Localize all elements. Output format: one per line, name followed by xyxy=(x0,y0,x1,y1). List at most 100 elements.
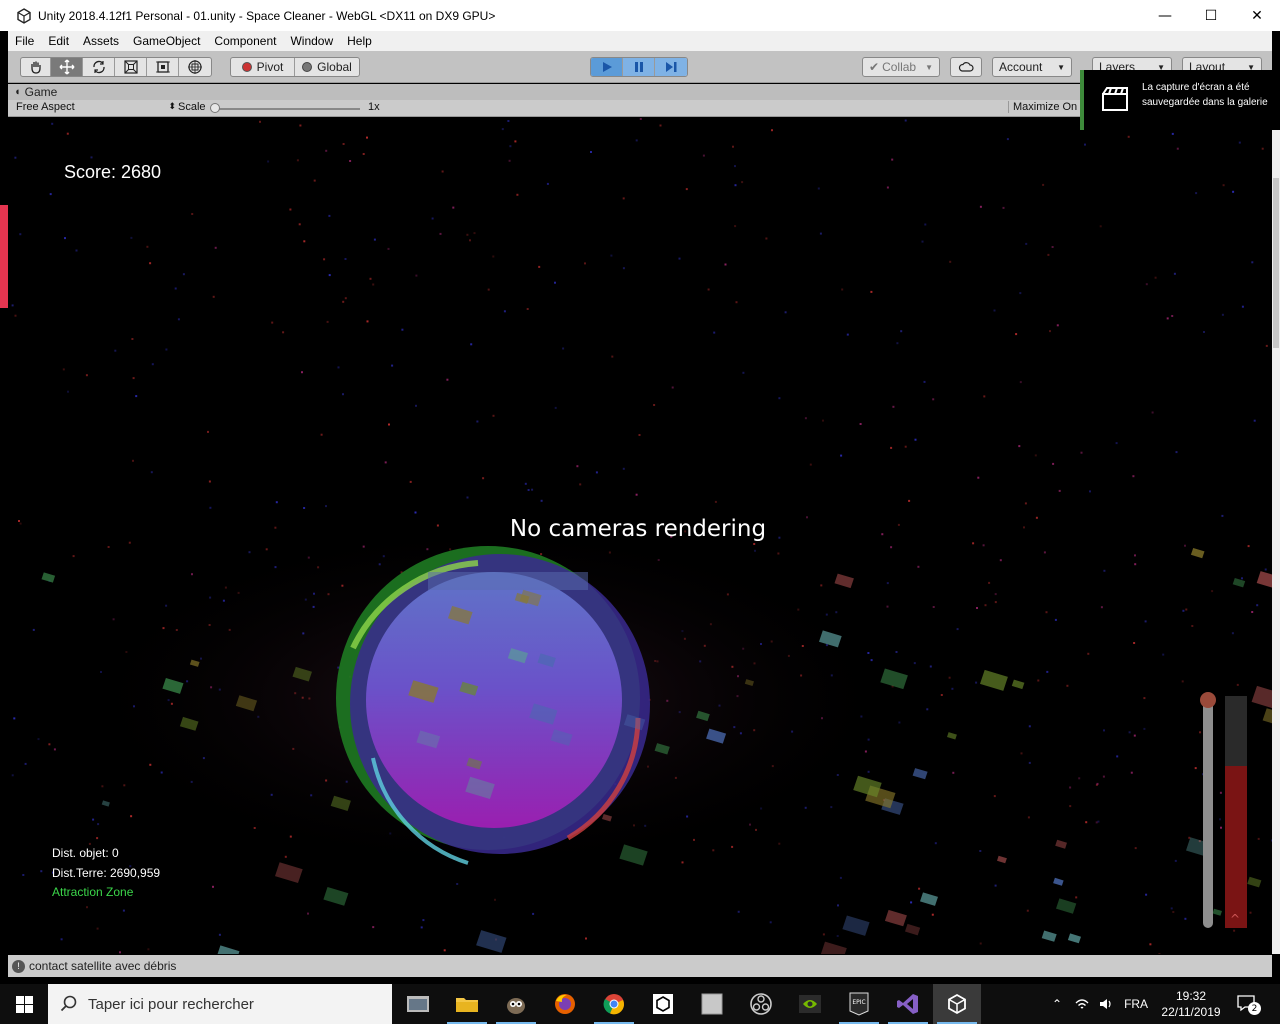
menu-component[interactable]: Component xyxy=(214,34,276,48)
account-dropdown[interactable]: Account ▼ xyxy=(992,57,1072,77)
menu-window[interactable]: Window xyxy=(290,34,333,48)
scale-icon xyxy=(123,60,138,74)
globe-icon xyxy=(302,62,313,72)
menu-gameobject[interactable]: GameObject xyxy=(133,34,200,48)
move-icon xyxy=(59,59,74,75)
hand-icon xyxy=(30,61,41,74)
chevron-updown-icon: ⬍ xyxy=(168,101,176,111)
move-tool-button[interactable] xyxy=(51,58,83,76)
window-title: Unity 2018.4.12f1 Personal - 01.unity - … xyxy=(38,8,496,23)
rotate-tool-button[interactable] xyxy=(83,58,115,76)
dist-objet-text: Dist. objet: 0 xyxy=(52,846,119,860)
pivot-label: Pivot xyxy=(256,60,284,74)
pivot-group: Pivot Global xyxy=(230,57,360,77)
language-indicator[interactable]: FRA xyxy=(1124,997,1148,1011)
taskbar-app-obs[interactable] xyxy=(737,984,785,1024)
toast-text: La capture d'écran a été sauvegardée dan… xyxy=(1142,82,1268,108)
pause-icon xyxy=(634,62,643,72)
throttle-slider-track[interactable] xyxy=(1203,698,1213,928)
firefox-icon xyxy=(555,994,575,1014)
minimize-button[interactable]: — xyxy=(1142,0,1188,31)
rect-tool-button[interactable] xyxy=(147,58,179,76)
chevron-down-icon: ▼ xyxy=(925,62,933,72)
title-bar: Unity 2018.4.12f1 Personal - 01.unity - … xyxy=(0,0,1280,31)
system-tray: ⌃ FRA xyxy=(1052,984,1148,1024)
scale-tool-button[interactable] xyxy=(115,58,147,76)
collab-dropdown[interactable]: ✔ Collab ▼ xyxy=(862,57,940,77)
visual-studio-icon xyxy=(897,994,918,1014)
search-icon xyxy=(60,995,77,1012)
menu-file[interactable]: File xyxy=(15,34,34,48)
taskbar-app-unity-editor[interactable] xyxy=(933,984,981,1024)
wifi-icon[interactable] xyxy=(1074,997,1090,1011)
volume-icon[interactable] xyxy=(1098,997,1114,1011)
taskbar-app-explorer-window[interactable] xyxy=(394,984,442,1024)
playmode-controls xyxy=(590,57,688,77)
menu-edit[interactable]: Edit xyxy=(48,34,69,48)
scrollbar-thumb[interactable] xyxy=(1273,178,1279,348)
nvidia-icon xyxy=(799,995,821,1013)
info-icon: ! xyxy=(12,959,25,973)
play-button[interactable] xyxy=(591,58,623,76)
maximize-on-play-toggle[interactable]: Maximize On xyxy=(1008,101,1077,113)
scale-value: 1x xyxy=(368,101,380,113)
chevron-up-icon[interactable]: ⌃ xyxy=(1052,997,1062,1011)
menu-bar: File Edit Assets GameObject Component Wi… xyxy=(8,31,1272,51)
game-viewport[interactable]: Score: 2680 No cameras rendering Dist. o… xyxy=(8,118,1272,954)
dist-terre-text: Dist.Terre: 2690,959 xyxy=(52,866,161,880)
throttle-slider-knob[interactable] xyxy=(1200,692,1216,708)
hand-tool-button[interactable] xyxy=(21,58,51,76)
chrome-icon xyxy=(603,994,624,1015)
close-button[interactable]: ✕ xyxy=(1234,0,1280,31)
global-button[interactable]: Global xyxy=(295,58,359,76)
unity-hub-icon xyxy=(653,994,673,1014)
cloud-button[interactable] xyxy=(950,57,982,77)
menu-assets[interactable]: Assets xyxy=(83,34,119,48)
start-button[interactable] xyxy=(0,984,48,1024)
transform-tool-button[interactable] xyxy=(179,58,211,76)
aspect-dropdown[interactable]: Free Aspect ⬍ xyxy=(16,101,176,113)
step-button[interactable] xyxy=(655,58,687,76)
taskbar-app-file-explorer[interactable] xyxy=(443,984,491,1024)
taskbar-app-visual-studio[interactable] xyxy=(884,984,932,1024)
taskbar-app-unity-hub[interactable] xyxy=(639,984,687,1024)
status-bar[interactable]: ! contact satellite avec débris xyxy=(8,955,1272,977)
step-icon xyxy=(666,62,677,72)
unity-icon xyxy=(948,993,966,1015)
unity-logo-icon xyxy=(17,7,31,24)
tab-game-label: Game xyxy=(24,85,58,99)
folder-icon xyxy=(456,998,478,1012)
taskbar-app-gimp[interactable] xyxy=(492,984,540,1024)
svg-text:EPIC: EPIC xyxy=(852,999,865,1006)
taskbar-search[interactable]: Taper ici pour rechercher xyxy=(48,984,392,1024)
scale-slider-knob[interactable] xyxy=(210,103,220,113)
tab-game[interactable]: ◖ Game xyxy=(14,85,57,99)
screenshot-toast[interactable]: La capture d'écran a été sauvegardée dan… xyxy=(1080,70,1280,130)
scrollbar[interactable] xyxy=(1272,118,1280,954)
scale-slider-track[interactable] xyxy=(212,108,360,110)
transform-tools xyxy=(20,57,212,77)
taskbar-app-firefox[interactable] xyxy=(541,984,589,1024)
pivot-button[interactable]: Pivot xyxy=(231,58,295,76)
attraction-zone-text: Attraction Zone xyxy=(52,885,134,899)
check-icon: ✔ xyxy=(869,60,880,74)
scale-label: Scale xyxy=(178,101,206,113)
score-text: Score: 2680 xyxy=(64,162,162,182)
taskbar: Taper ici pour rechercher EPIC ⌃ FRA 19:… xyxy=(0,984,1280,1024)
pause-button[interactable] xyxy=(623,58,655,76)
taskbar-app-nvidia[interactable] xyxy=(786,984,834,1024)
notification-center-button[interactable]: 2 xyxy=(1236,994,1261,1015)
taskbar-app-blank[interactable] xyxy=(688,984,736,1024)
rotate-icon xyxy=(92,60,105,74)
maximize-button[interactable]: ☐ xyxy=(1188,0,1234,31)
app-window-icon xyxy=(701,993,723,1015)
window-preview-icon xyxy=(407,996,429,1012)
left-edge-marker xyxy=(0,205,8,308)
taskbar-app-chrome[interactable] xyxy=(590,984,638,1024)
menu-help[interactable]: Help xyxy=(347,34,372,48)
play-icon xyxy=(602,62,612,72)
taskbar-app-epic-games[interactable]: EPIC xyxy=(835,984,883,1024)
rect-icon xyxy=(155,61,170,73)
transform-icon xyxy=(188,60,202,74)
clock[interactable]: 19:32 22/11/2019 xyxy=(1155,988,1227,1020)
